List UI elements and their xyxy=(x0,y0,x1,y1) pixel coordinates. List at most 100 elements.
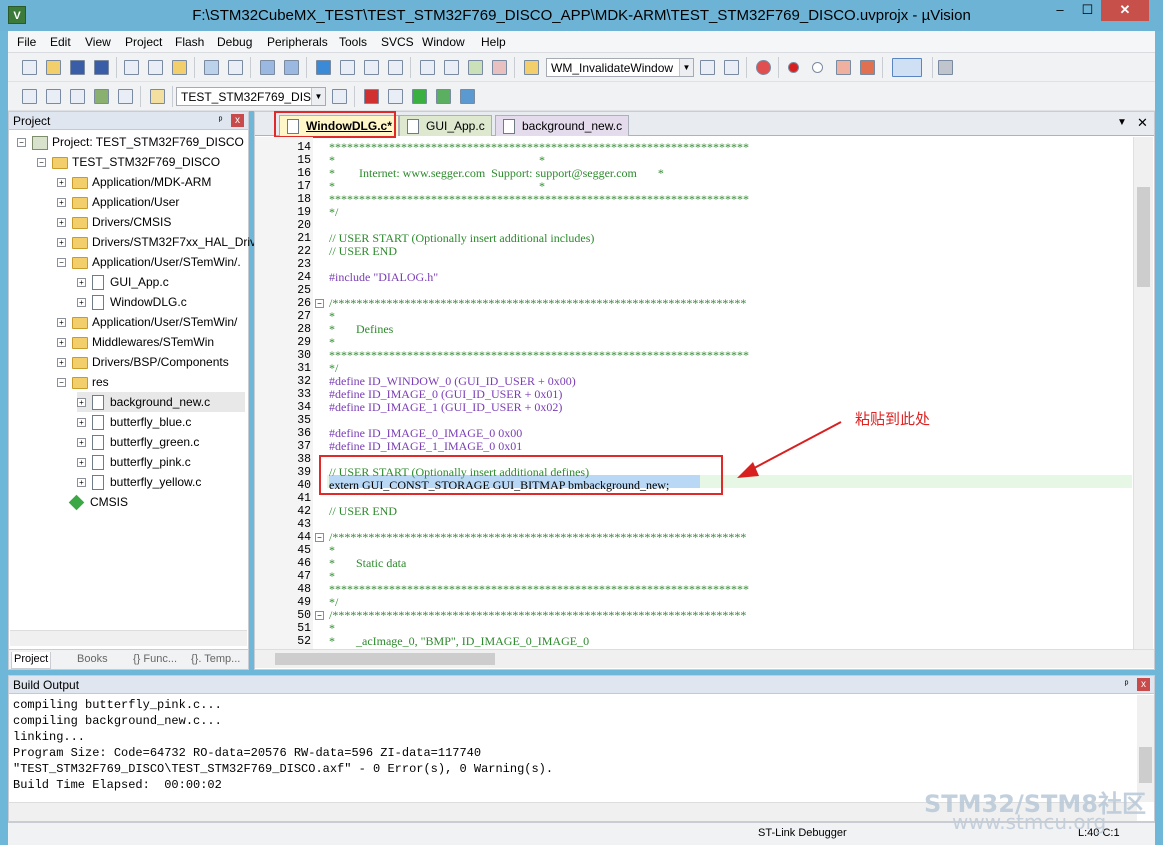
nav-back-icon[interactable] xyxy=(260,60,275,75)
close-window-button[interactable]: ✕ xyxy=(1101,0,1149,21)
load-icon[interactable] xyxy=(150,89,165,104)
select-packs-icon[interactable] xyxy=(412,89,427,104)
horizontal-scrollbar[interactable] xyxy=(255,649,1154,668)
tree-item[interactable]: + Middlewares/STemWin xyxy=(57,332,214,352)
code-line[interactable]: ****************************************… xyxy=(329,583,749,596)
scroll-thumb[interactable] xyxy=(275,653,495,665)
stop-build-icon[interactable] xyxy=(118,89,133,104)
kill-breakpoints-icon[interactable] xyxy=(860,60,875,75)
expand-icon[interactable]: + xyxy=(57,178,66,188)
expand-icon[interactable]: + xyxy=(77,438,86,448)
tree-item-selected[interactable]: + background_new.c xyxy=(77,392,245,412)
code-line[interactable]: */ xyxy=(329,206,338,219)
menu-help[interactable]: Help xyxy=(481,35,506,49)
expand-icon[interactable]: + xyxy=(57,218,66,228)
tree-item[interactable]: − Project: TEST_STM32F769_DISCO xyxy=(17,132,244,152)
expand-icon[interactable]: + xyxy=(57,198,66,208)
target-options-icon[interactable] xyxy=(332,89,347,104)
nav-forward-icon[interactable] xyxy=(284,60,299,75)
menu-svcs[interactable]: SVCS xyxy=(381,35,414,49)
scroll-thumb[interactable] xyxy=(1139,747,1152,783)
redo-icon[interactable] xyxy=(228,60,243,75)
tree-item[interactable]: + butterfly_pink.c xyxy=(77,452,191,472)
open-folder-icon[interactable] xyxy=(46,60,61,75)
tree-item[interactable]: CMSIS xyxy=(68,492,128,512)
tree-item[interactable]: + Drivers/STM32F7xx_HAL_Driv xyxy=(57,232,256,252)
code-line[interactable]: #include "DIALOG.h" xyxy=(329,271,438,284)
expand-icon[interactable]: + xyxy=(57,238,66,248)
code-line[interactable]: /***************************************… xyxy=(329,531,746,544)
tree-item[interactable]: − Application/User/STemWin/. xyxy=(57,252,241,272)
tree-item[interactable]: + butterfly_blue.c xyxy=(77,412,191,432)
menu-file[interactable]: File xyxy=(17,35,36,49)
expand-icon[interactable]: + xyxy=(77,278,86,288)
chevron-down-icon[interactable]: ▼ xyxy=(311,88,325,105)
manage-components-icon[interactable] xyxy=(388,89,403,104)
tab-gui-app-c[interactable]: GUI_App.c xyxy=(399,115,492,136)
menu-debug[interactable]: Debug xyxy=(217,35,252,49)
cut-icon[interactable] xyxy=(124,60,139,75)
code-line[interactable]: * Static data xyxy=(329,557,406,570)
collapse-icon[interactable]: − xyxy=(17,138,26,148)
rebuild-icon[interactable] xyxy=(70,89,85,104)
tab-background-new-c[interactable]: background_new.c xyxy=(495,115,630,136)
code-line[interactable]: * Defines xyxy=(329,323,393,336)
code-line[interactable]: #define ID_IMAGE_1_IMAGE_0 0x01 xyxy=(329,440,522,453)
configure-icon[interactable] xyxy=(938,60,953,75)
tab-project[interactable]: Project xyxy=(11,652,52,669)
find-in-files-icon[interactable] xyxy=(524,60,539,75)
expand-icon[interactable]: + xyxy=(77,478,86,488)
code-line[interactable]: ****************************************… xyxy=(329,349,749,362)
unindent-icon[interactable] xyxy=(444,60,459,75)
maximize-button[interactable]: ☐ xyxy=(1074,0,1101,21)
expand-icon[interactable]: + xyxy=(77,298,86,308)
menu-window[interactable]: Window xyxy=(422,35,465,49)
chevron-down-icon[interactable]: ▼ xyxy=(679,59,693,76)
expand-icon[interactable]: + xyxy=(57,318,66,328)
translate-icon[interactable] xyxy=(22,89,37,104)
expand-icon[interactable]: + xyxy=(57,358,66,368)
menu-peripherals[interactable]: Peripherals xyxy=(267,35,328,49)
menu-edit[interactable]: Edit xyxy=(50,35,71,49)
tree-item[interactable]: + WindowDLG.c xyxy=(77,292,187,312)
fold-toggle-icon[interactable]: − xyxy=(315,611,324,620)
debug-session-icon[interactable] xyxy=(756,60,771,75)
clear-bookmarks-icon[interactable] xyxy=(388,60,403,75)
pin-icon[interactable]: ᵖ xyxy=(214,114,227,127)
tree-item[interactable]: − TEST_STM32F769_DISCO xyxy=(37,152,220,172)
tab-menu-icon[interactable]: ▼ xyxy=(1117,117,1127,128)
find-combo[interactable]: WM_InvalidateWindow ▼ xyxy=(546,58,694,77)
collapse-icon[interactable]: − xyxy=(57,378,66,388)
vertical-scrollbar[interactable] xyxy=(1133,137,1153,653)
fold-toggle-icon[interactable]: − xyxy=(315,533,324,542)
collapse-icon[interactable]: − xyxy=(37,158,46,168)
comment-icon[interactable] xyxy=(468,60,483,75)
disable-all-breakpoints-icon[interactable] xyxy=(836,60,851,75)
menu-project[interactable]: Project xyxy=(125,35,162,49)
bookmark-icon[interactable] xyxy=(316,60,331,75)
code-line[interactable]: /***************************************… xyxy=(329,609,746,622)
menu-view[interactable]: View xyxy=(85,35,111,49)
tree-item[interactable]: + GUI_App.c xyxy=(77,272,169,292)
expand-icon[interactable]: + xyxy=(77,418,86,428)
collapse-icon[interactable]: − xyxy=(57,258,66,268)
incremental-find-icon[interactable] xyxy=(724,60,739,75)
new-file-icon[interactable] xyxy=(22,60,37,75)
code-line[interactable]: /***************************************… xyxy=(329,297,746,310)
code-line[interactable]: // USER END xyxy=(329,245,397,258)
file-extensions-icon[interactable] xyxy=(364,89,379,104)
horizontal-scrollbar[interactable] xyxy=(10,630,247,646)
target-combo[interactable]: TEST_STM32F769_DISCO ▼ xyxy=(176,87,326,106)
tree-item[interactable]: + butterfly_green.c xyxy=(77,432,199,452)
pack-installer-icon[interactable] xyxy=(460,89,475,104)
build-icon[interactable] xyxy=(46,89,61,104)
runtime-env-icon[interactable] xyxy=(436,89,451,104)
disable-breakpoint-icon[interactable] xyxy=(812,62,823,73)
tree-item[interactable]: + Application/User/STemWin/ xyxy=(57,312,237,332)
copy-icon[interactable] xyxy=(148,60,163,75)
pin-icon[interactable]: ᵖ xyxy=(1120,678,1133,691)
uncomment-icon[interactable] xyxy=(492,60,507,75)
undo-icon[interactable] xyxy=(204,60,219,75)
code-editor[interactable]: 14 **************************************… xyxy=(255,137,1133,654)
tab-functions[interactable]: {} Func... xyxy=(131,652,179,669)
